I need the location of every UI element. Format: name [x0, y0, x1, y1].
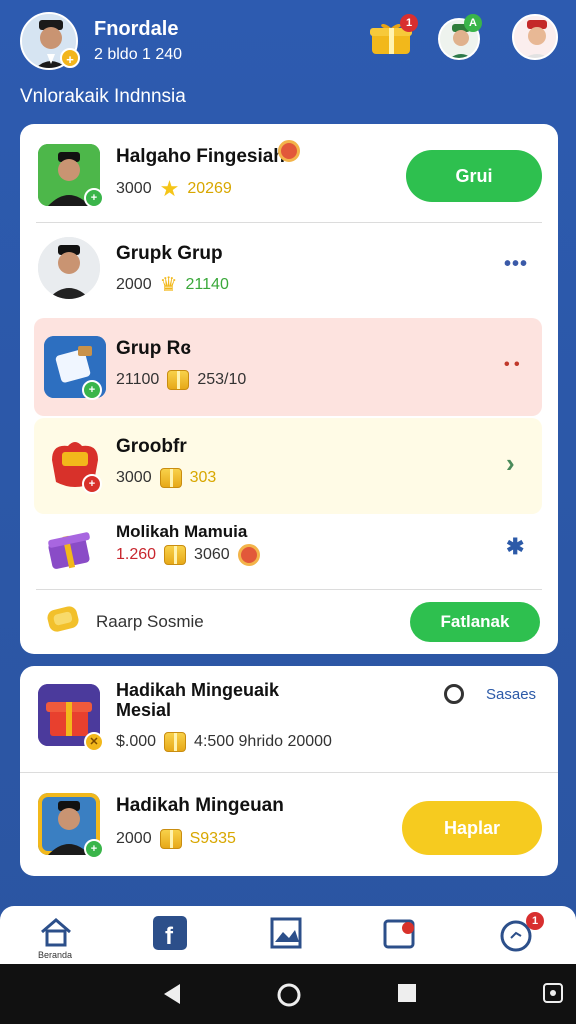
online-badge: + [84, 839, 104, 859]
row-stats: 3000 303 [116, 468, 216, 488]
assistant-icon[interactable] [542, 982, 564, 1009]
donut-icon [237, 544, 260, 566]
gallery-icon[interactable] [266, 916, 306, 956]
friend-notification-badge: A [464, 14, 482, 32]
points-value: 303 [189, 469, 217, 486]
status-badge: + [82, 474, 102, 494]
user-name: Fnordale [94, 18, 179, 40]
header: + Fnordale 2 bldo 1 240 1 A Vnlorakaik I… [0, 0, 576, 120]
system-navigation-bar [0, 964, 576, 1024]
avatar-badge: + [60, 48, 80, 68]
section-title: Vnlorakaik Indnnsia [20, 86, 186, 107]
crown-icon: ♛ [159, 274, 178, 296]
footer-label: Raarp Sosmie [96, 612, 204, 631]
group-thumbnail [38, 237, 100, 299]
claim-button[interactable]: Haplar [402, 801, 542, 855]
online-badge: + [82, 380, 102, 400]
row-title-line2: Mesial [116, 700, 172, 720]
row-stats: 2000 S9335 [116, 829, 236, 849]
row-stats: 3000 ★ 20269 [116, 178, 232, 200]
coin-icon [46, 604, 82, 641]
more-menu-icon[interactable]: ••• [504, 253, 528, 276]
points-value: 4:500 9hrido 20000 [194, 733, 332, 750]
row-stats: 21100 253/10 [116, 370, 246, 390]
list-item[interactable]: + Groobfr 3000 303 › [34, 418, 542, 514]
member-count: 3000 [116, 180, 152, 197]
member-count: $.000 [116, 733, 157, 750]
join-button[interactable]: Grui [406, 150, 542, 202]
online-badge: + [84, 188, 104, 208]
list-item[interactable]: Molikah Mamuia 1.260 3060 ✱ [20, 514, 558, 586]
row-title: Groobfr [116, 436, 187, 457]
list-item[interactable]: + Hadikah Mingeuan 2000 S9335 Haplar [20, 773, 558, 876]
list-item[interactable]: + Grup Rɞ 21100 253/10 • • [34, 318, 542, 416]
points-value: 253/10 [197, 371, 247, 388]
more-menu-icon[interactable]: • • [504, 356, 520, 374]
asterisk-icon[interactable]: ✱ [506, 534, 524, 560]
member-count: 2000 [116, 276, 152, 293]
points-value: 3060 [194, 546, 230, 563]
row-stats: $.000 4:500 9hrido 20000 [116, 732, 332, 752]
row-stats: 2000 ♛ 21140 [116, 275, 229, 295]
row-title: Halgaho Fingesiah [116, 146, 285, 167]
list-item[interactable]: Grupk Grup 2000 ♛ 21140 ••• [20, 223, 558, 315]
list-item[interactable]: + Halgaho Fingesiah 3000 ★ 20269 Grui [20, 124, 558, 222]
back-icon[interactable] [160, 982, 184, 1011]
home-circle-icon[interactable] [276, 982, 302, 1013]
list-item[interactable]: ✕ Hadikah Mingeuaik Mesial $.000 4:500 9… [20, 666, 558, 772]
facebook-icon[interactable]: f [150, 916, 190, 956]
action-button[interactable]: Fatlanak [410, 602, 540, 642]
points-value: 21140 [185, 276, 229, 293]
row-title: Grupk Grup [116, 243, 223, 264]
gift-box-thumbnail [46, 524, 92, 570]
donut-icon [278, 140, 300, 168]
chat-notification-badge: 1 [526, 912, 544, 930]
right-label[interactable]: Sasaes [486, 686, 536, 703]
row-stats: 1.260 3060 [116, 544, 260, 566]
points-value: S9335 [189, 830, 236, 847]
row-title: Grup Rɞ [116, 338, 192, 359]
member-count: 1.260 [116, 546, 157, 563]
points-value: 20269 [187, 180, 232, 197]
friend-avatar-2[interactable] [512, 14, 558, 60]
member-count: 21100 [116, 371, 160, 388]
member-count: 2000 [116, 830, 152, 847]
bottom-navigation: f 1 [0, 906, 576, 964]
row-title: Molikah Mamuia [116, 522, 248, 541]
card-footer: Raarp Sosmie Fatlanak [20, 590, 558, 654]
treasure-icon [164, 732, 187, 752]
groups-card: + Halgaho Fingesiah 3000 ★ 20269 Grui Gr… [20, 124, 558, 654]
svg-text:f: f [165, 923, 174, 950]
treasure-icon [159, 468, 182, 488]
timer-badge: ✕ [84, 732, 104, 752]
recents-icon[interactable] [396, 982, 418, 1009]
nav-label-home: Beranda [38, 950, 73, 960]
star-icon: ★ [159, 176, 180, 201]
events-card: ✕ Hadikah Mingeuaik Mesial $.000 4:500 9… [20, 666, 558, 876]
row-title: Hadikah Mingeuan [116, 795, 284, 816]
chevron-right-icon[interactable]: › [506, 448, 515, 479]
calendar-icon[interactable] [380, 916, 420, 956]
member-count: 3000 [116, 469, 152, 486]
gift-notification-badge: 1 [400, 14, 418, 32]
treasure-icon [167, 370, 190, 390]
treasure-icon [164, 545, 187, 565]
treasure-icon [159, 829, 182, 849]
row-title-line1: Hadikah Mingeuaik [116, 680, 280, 700]
user-subtitle: 2 bldo 1 240 [94, 46, 183, 63]
clock-icon [444, 684, 464, 704]
